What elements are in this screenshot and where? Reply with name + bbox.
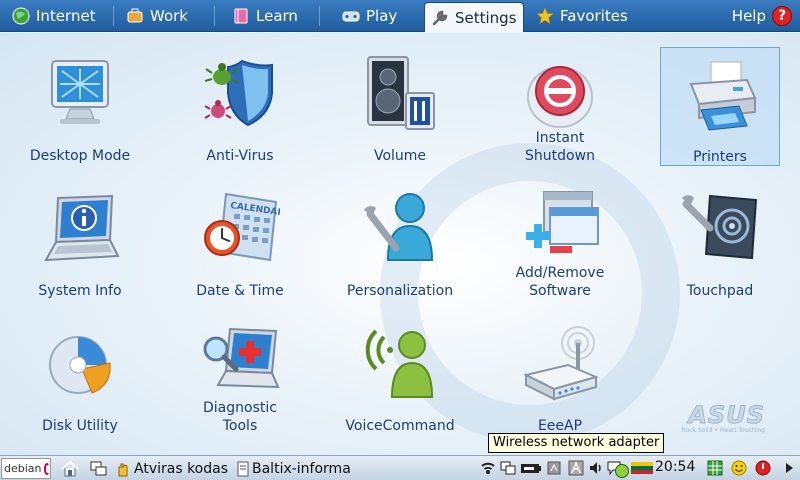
app-label: Printers: [693, 149, 747, 165]
taskbar: debian Atviras kodas Baltix-informa 20:5…: [0, 455, 800, 480]
keyboard-layout-icon[interactable]: [568, 460, 584, 476]
asus-logo: ASUS: [688, 401, 765, 430]
app-label-line1: Diagnostic: [203, 400, 277, 416]
tab-label: Internet: [36, 7, 96, 25]
show-desktop-icon[interactable]: [89, 459, 109, 478]
help-label: Help: [731, 7, 766, 25]
app-desktop-mode[interactable]: Desktop Mode: [10, 45, 150, 170]
wireless-router-icon: [520, 323, 600, 403]
settings-panel: ASUS Rock Solid • Heart Touching Desktop…: [0, 33, 800, 455]
app-label-line1: Instant: [535, 130, 585, 146]
app-printers[interactable]: Printers: [660, 47, 780, 166]
hand-icon: [116, 461, 130, 477]
tab-label: Favorites: [560, 7, 628, 25]
app-add-remove-software[interactable]: Add/Remove Software: [490, 180, 630, 305]
tab-divider: [319, 6, 320, 26]
app-label: System Info: [38, 283, 122, 299]
tab-settings[interactable]: Settings: [424, 2, 524, 32]
shield-bug-icon: [200, 53, 280, 133]
tab-label: Work: [150, 7, 188, 25]
app-label-line2: Shutdown: [525, 148, 595, 164]
app-label-line2: Software: [529, 283, 591, 299]
app-system-info[interactable]: System Info: [10, 180, 150, 305]
lithuania-flag-icon[interactable]: [631, 460, 653, 476]
app-label: Personalization: [346, 283, 454, 299]
task-label: Atviras kodas: [134, 460, 229, 477]
home-icon[interactable]: [60, 459, 80, 478]
wireless-icon[interactable]: [480, 460, 496, 476]
tab-label: Play: [366, 7, 398, 25]
tab-label: Learn: [256, 7, 298, 25]
system-monitor-icon[interactable]: [546, 460, 562, 476]
tab-internet[interactable]: Internet: [6, 2, 102, 30]
monitor-icon: [40, 53, 120, 133]
battery-icon[interactable]: [520, 460, 542, 476]
app-personalization[interactable]: Personalization: [330, 180, 470, 305]
app-volume[interactable]: Volume: [330, 45, 470, 170]
tab-favorites[interactable]: Favorites: [530, 2, 634, 30]
asus-watermark: ASUS Rock Solid • Heart Touching: [655, 401, 765, 435]
briefcase-icon: [126, 7, 144, 25]
app-anti-virus[interactable]: Anti-Virus: [170, 45, 310, 170]
gamepad-icon: [342, 7, 360, 25]
help-button[interactable]: Help ?: [732, 2, 792, 30]
app-date-time[interactable]: CALENDAR Date & Time: [170, 180, 310, 305]
tooltip: Wireless network adapter: [488, 433, 665, 453]
app-touchpad[interactable]: Touchpad: [650, 180, 790, 305]
shutdown-icon[interactable]: [755, 460, 771, 476]
laptop-info-icon: [40, 188, 120, 268]
status-green-icon[interactable]: [614, 463, 630, 479]
power-icon: [520, 53, 600, 133]
task-button[interactable]: Atviras kodas: [116, 458, 228, 479]
calendar-clock-icon: CALENDAR: [200, 188, 285, 268]
star-icon: [536, 7, 554, 25]
tab-play[interactable]: Play: [336, 2, 403, 30]
app-label: Anti-Virus: [206, 148, 274, 164]
tab-learn[interactable]: Learn: [226, 2, 304, 30]
debian-swirl-icon: [43, 462, 50, 475]
app-label-line2: Tools: [222, 418, 258, 434]
book-icon: [232, 7, 250, 25]
app-label: Disk Utility: [42, 418, 118, 434]
touchpad-icon: [680, 188, 760, 268]
app-label: Date & Time: [196, 283, 284, 299]
disk-pie-icon: [40, 323, 120, 403]
document-icon: [236, 461, 250, 477]
app-voicecommand[interactable]: VoiceCommand: [330, 315, 470, 440]
tab-divider: [113, 6, 114, 26]
app-label: VoiceCommand: [345, 418, 455, 434]
app-disk-utility[interactable]: Disk Utility: [10, 315, 150, 440]
volume-icon[interactable]: [588, 460, 604, 476]
user-wrench-icon: [360, 188, 440, 268]
app-label: Desktop Mode: [29, 148, 131, 164]
speaker-icon: [360, 53, 440, 133]
wrench-icon: [431, 9, 449, 27]
app-label: Volume: [373, 148, 427, 164]
category-tab-bar: Internet Work Learn Play Settings Favori…: [0, 0, 800, 32]
grid-icon[interactable]: [707, 460, 723, 476]
laptop-magnifier-icon: [200, 323, 280, 403]
app-label-line1: Add/Remove: [515, 265, 605, 281]
tab-work[interactable]: Work: [120, 2, 194, 30]
app-label: Touchpad: [686, 283, 754, 299]
app-diagnostic-tools[interactable]: Diagnostic Tools: [170, 315, 310, 440]
user-voice-icon: [360, 323, 440, 403]
add-remove-icon: [520, 188, 600, 268]
printer-icon: [681, 54, 761, 134]
help-icon: ?: [772, 6, 792, 26]
tab-divider: [214, 6, 215, 26]
clock[interactable]: 20:54: [655, 459, 695, 475]
start-label: debian: [4, 462, 42, 475]
app-eeeap[interactable]: EeeAP: [490, 315, 630, 440]
task-button[interactable]: Baltix-informa: [236, 458, 351, 479]
scroll-right-arrow-icon[interactable]: [781, 460, 797, 476]
start-menu-button[interactable]: debian: [1, 458, 51, 479]
smiley-icon[interactable]: [731, 460, 747, 476]
network-icon[interactable]: [500, 460, 516, 476]
tab-label: Settings: [455, 8, 517, 27]
task-label: Baltix-informa: [252, 460, 351, 477]
asus-tagline: Rock Solid • Heart Touching: [681, 427, 765, 434]
app-instant-shutdown[interactable]: Instant Shutdown: [490, 45, 630, 170]
globe-icon: [12, 7, 30, 25]
